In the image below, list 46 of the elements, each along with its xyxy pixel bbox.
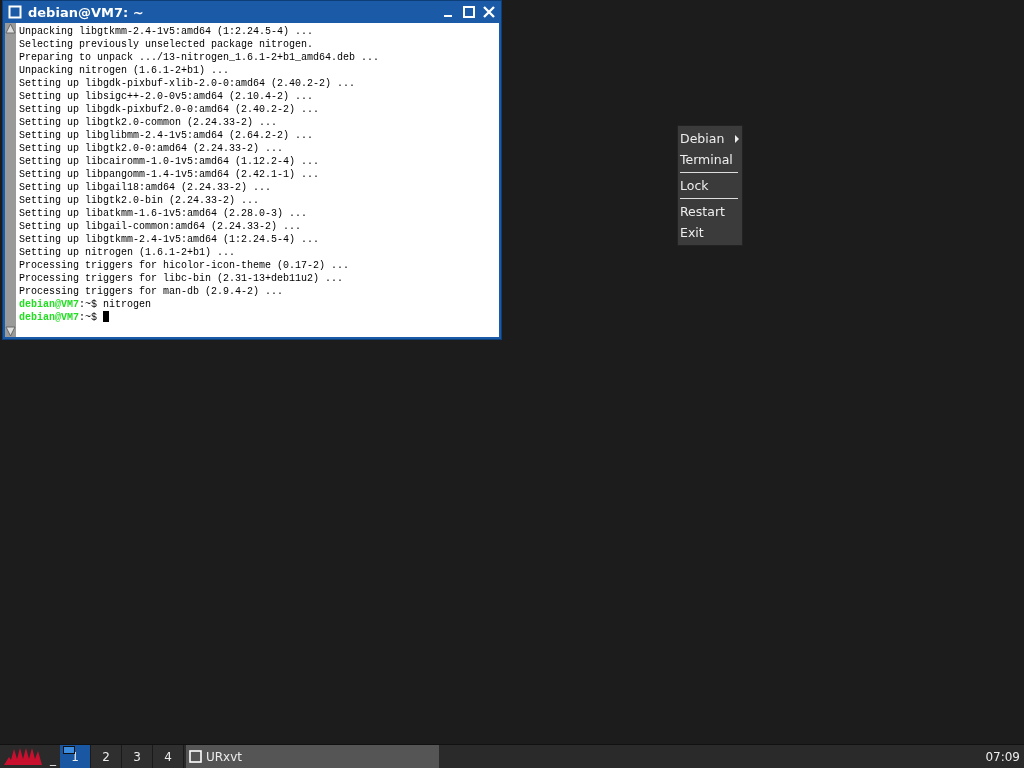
terminal-output-line: Setting up libcairomm-1.0-1v5:amd64 (1.12.2-4) ... xyxy=(19,156,320,167)
terminal-output-line: Setting up libgtk2.0-common (2.24.33-2) ... xyxy=(19,117,278,128)
workspace-button[interactable]: 2 xyxy=(91,745,122,768)
terminal-output-line: Setting up nitrogen (1.6.1-2+b1) ... xyxy=(19,247,236,258)
terminal-output-line: Unpacking nitrogen (1.6.1-2+b1) ... xyxy=(19,65,230,76)
terminal-output-line: Preparing to unpack .../13-nitrogen_1.6.1-2+b1_amd64.deb ... xyxy=(19,52,380,63)
prompt-host: debian@VM7 xyxy=(19,312,79,323)
terminal-output-line: Processing triggers for hicolor-icon-theme (0.17-2) ... xyxy=(19,260,350,271)
terminal-output-line: Setting up libglibmm-2.4-1v5:amd64 (2.64.2-2) ... xyxy=(19,130,314,141)
terminal-output-line: Setting up libgdk-pixbuf-xlib-2.0-0:amd64 (2.40.2-2) ... xyxy=(19,78,356,89)
terminal-output-line: Selecting previously unselected package nitrogen. xyxy=(19,39,314,50)
terminal-output-line: Setting up libgdk-pixbuf2.0-0:amd64 (2.40.2-2) ... xyxy=(19,104,320,115)
menu-item[interactable]: Exit xyxy=(678,222,742,243)
prompt-host: debian@VM7 xyxy=(19,299,79,310)
terminal-output-line: Setting up libgtk2.0-0:amd64 (2.24.33-2) ... xyxy=(19,143,284,154)
window-icon xyxy=(8,5,22,19)
close-icon[interactable] xyxy=(482,5,496,19)
scroll-up-icon[interactable] xyxy=(5,23,16,34)
menu-item[interactable]: Debian xyxy=(678,128,742,149)
terminal-output-line: Setting up libsigc++-2.0-0v5:amd64 (2.10.4-2) ... xyxy=(19,91,314,102)
scroll-down-icon[interactable] xyxy=(5,326,16,337)
terminal-command: nitrogen xyxy=(103,299,152,310)
task-button[interactable]: URxvt xyxy=(186,745,439,768)
scrollbar[interactable] xyxy=(5,23,16,337)
terminal-output-line: Processing triggers for libc-bin (2.31-13+deb11u2) ... xyxy=(19,273,344,284)
task-label: URxvt xyxy=(206,749,243,764)
terminal-output-line: Setting up libgail18:amd64 (2.24.33-2) ... xyxy=(19,182,272,193)
workspace-button[interactable]: 3 xyxy=(122,745,153,768)
terminal-output-line: Setting up libgail-common:amd64 (2.24.33-2) ... xyxy=(19,221,302,232)
prompt-path: :~$ xyxy=(79,312,98,323)
window-title: debian@VM7: ~ xyxy=(28,4,145,20)
show-desktop-button[interactable]: _ xyxy=(46,745,60,768)
terminal-output-line: Setting up libgtkmm-2.4-1v5:amd64 (1:2.24.5-4) ... xyxy=(19,234,320,245)
clock: 07:09 xyxy=(985,748,1021,766)
menu-item[interactable]: Lock xyxy=(678,175,742,196)
prompt-path: :~$ xyxy=(79,299,98,310)
maximize-icon[interactable] xyxy=(462,5,476,19)
workspace-button[interactable]: 4 xyxy=(153,745,184,768)
window-icon xyxy=(189,750,202,763)
terminal-output-line: Setting up libpangomm-1.4-1v5:amd64 (2.42.1-1) ... xyxy=(19,169,320,180)
terminal-output-line: Setting up libatkmm-1.6-1v5:amd64 (2.28.0-3) ... xyxy=(19,208,308,219)
menu-item[interactable]: Terminal xyxy=(678,149,742,170)
terminal-output-line: Processing triggers for man-db (2.9.4-2) ... xyxy=(19,286,284,297)
terminal-output-line: Setting up libgtk2.0-bin (2.24.33-2) ... xyxy=(19,195,260,206)
terminal-output-line: Unpacking libgtkmm-2.4-1v5:amd64 (1:2.24.5-4) ... xyxy=(19,26,314,37)
menu-item[interactable]: Restart xyxy=(678,201,742,222)
